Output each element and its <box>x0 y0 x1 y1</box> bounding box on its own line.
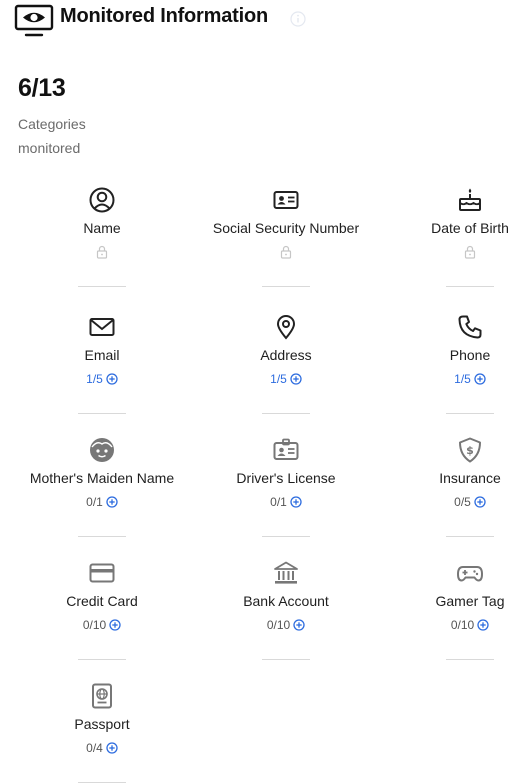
page-header <box>14 4 54 38</box>
add-circle-icon[interactable] <box>474 373 486 385</box>
lock-icon <box>280 245 292 259</box>
passport-icon <box>88 682 116 710</box>
monitor-eye-icon <box>14 4 54 37</box>
category-label: Bank Account <box>243 593 329 609</box>
svg-text:$: $ <box>466 444 474 457</box>
category-bank-account[interactable]: Bank Account 0/10 <box>194 553 378 676</box>
monitored-count: 0/10 <box>82 618 107 632</box>
category-label: Gamer Tag <box>435 593 505 609</box>
category-status[interactable]: 1/5 <box>10 371 194 387</box>
add-circle-icon[interactable] <box>109 619 121 631</box>
page-title: Monitored Information <box>60 5 268 27</box>
face-icon <box>88 436 116 464</box>
bank-icon <box>272 559 300 587</box>
phone-icon <box>456 313 484 341</box>
divider <box>262 536 310 537</box>
id-card-icon <box>272 186 300 214</box>
divider <box>78 286 126 287</box>
category-status <box>378 244 527 260</box>
category-status[interactable]: 0/10 <box>10 617 194 633</box>
add-circle-icon[interactable] <box>290 373 302 385</box>
add-circle-icon[interactable] <box>477 619 489 631</box>
divider <box>262 413 310 414</box>
category-label: Date of Birth <box>431 220 509 236</box>
monitored-count: 6/13 <box>18 74 66 102</box>
category-ssn[interactable]: Social Security Number <box>194 180 378 303</box>
category-status[interactable]: 0/1 <box>10 494 194 510</box>
info-icon[interactable] <box>290 11 306 27</box>
divider <box>78 782 126 783</box>
monitored-count: 0/10 <box>266 618 291 632</box>
monitored-count: 0/10 <box>450 618 475 632</box>
person-circle-icon <box>88 186 116 214</box>
add-circle-icon[interactable] <box>474 496 486 508</box>
category-label: Social Security Number <box>212 220 360 236</box>
add-circle-icon[interactable] <box>106 373 118 385</box>
monitored-count: 0/1 <box>86 495 103 509</box>
shield-dollar-icon: $ <box>456 436 484 464</box>
category-status[interactable]: 0/10 <box>378 617 527 633</box>
category-status[interactable]: 0/4 <box>10 740 194 756</box>
category-label: Phone <box>449 347 491 363</box>
category-email[interactable]: Email 1/5 <box>10 307 194 430</box>
divider <box>446 413 494 414</box>
add-circle-icon[interactable] <box>290 496 302 508</box>
category-status[interactable]: 1/5 <box>378 371 527 387</box>
divider <box>78 659 126 660</box>
category-mothers-maiden-name[interactable]: Mother's Maiden Name 0/1 <box>10 430 194 553</box>
divider <box>446 536 494 537</box>
add-circle-icon[interactable] <box>106 496 118 508</box>
category-status[interactable]: 0/10 <box>194 617 378 633</box>
category-label: Mother's Maiden Name <box>29 470 175 486</box>
category-gamer-tag[interactable]: Gamer Tag 0/10 <box>378 553 527 676</box>
monitored-count: 1/5 <box>86 372 103 386</box>
add-circle-icon[interactable] <box>293 619 305 631</box>
category-address[interactable]: Address 1/5 <box>194 307 378 430</box>
category-status <box>194 244 378 260</box>
add-circle-icon[interactable] <box>106 742 118 754</box>
lock-icon <box>96 245 108 259</box>
monitored-count: 0/1 <box>270 495 287 509</box>
category-label: Credit Card <box>66 593 138 609</box>
monitored-count: 1/5 <box>270 372 287 386</box>
category-status[interactable]: 1/5 <box>194 371 378 387</box>
category-date-of-birth[interactable]: Date of Birth <box>378 180 527 303</box>
category-passport[interactable]: Passport 0/4 <box>10 676 194 784</box>
category-credit-card[interactable]: Credit Card 0/10 <box>10 553 194 676</box>
category-name[interactable]: Name <box>10 180 194 303</box>
monitored-information-page: Monitored Information 6/13 Categories mo… <box>0 0 527 784</box>
badge-icon <box>272 436 300 464</box>
category-label: Name <box>83 220 121 236</box>
monitored-count: 0/5 <box>454 495 471 509</box>
category-label: Driver's License <box>236 470 336 486</box>
divider <box>78 536 126 537</box>
envelope-icon <box>88 313 116 341</box>
gamepad-icon <box>456 559 484 587</box>
category-phone[interactable]: Phone 1/5 <box>378 307 527 430</box>
count-caption-line2: monitored <box>18 140 81 156</box>
category-status[interactable]: 0/5 <box>378 494 527 510</box>
monitored-count: 1/5 <box>454 372 471 386</box>
category-drivers-license[interactable]: Driver's License 0/1 <box>194 430 378 553</box>
divider <box>78 413 126 414</box>
category-label: Address <box>260 347 312 363</box>
category-label: Passport <box>74 716 130 732</box>
category-status[interactable]: 0/1 <box>194 494 378 510</box>
birthday-cake-icon <box>456 186 484 214</box>
category-label: Email <box>84 347 120 363</box>
lock-icon <box>464 245 476 259</box>
divider <box>446 286 494 287</box>
count-caption-line1: Categories <box>18 116 86 132</box>
monitored-count: 0/4 <box>86 741 103 755</box>
credit-card-icon <box>88 559 116 587</box>
map-pin-icon <box>272 313 300 341</box>
category-insurance[interactable]: $ Insurance 0/5 <box>378 430 527 553</box>
divider <box>262 286 310 287</box>
category-label: Insurance <box>439 470 501 486</box>
divider <box>262 659 310 660</box>
divider <box>446 659 494 660</box>
category-status <box>10 244 194 260</box>
